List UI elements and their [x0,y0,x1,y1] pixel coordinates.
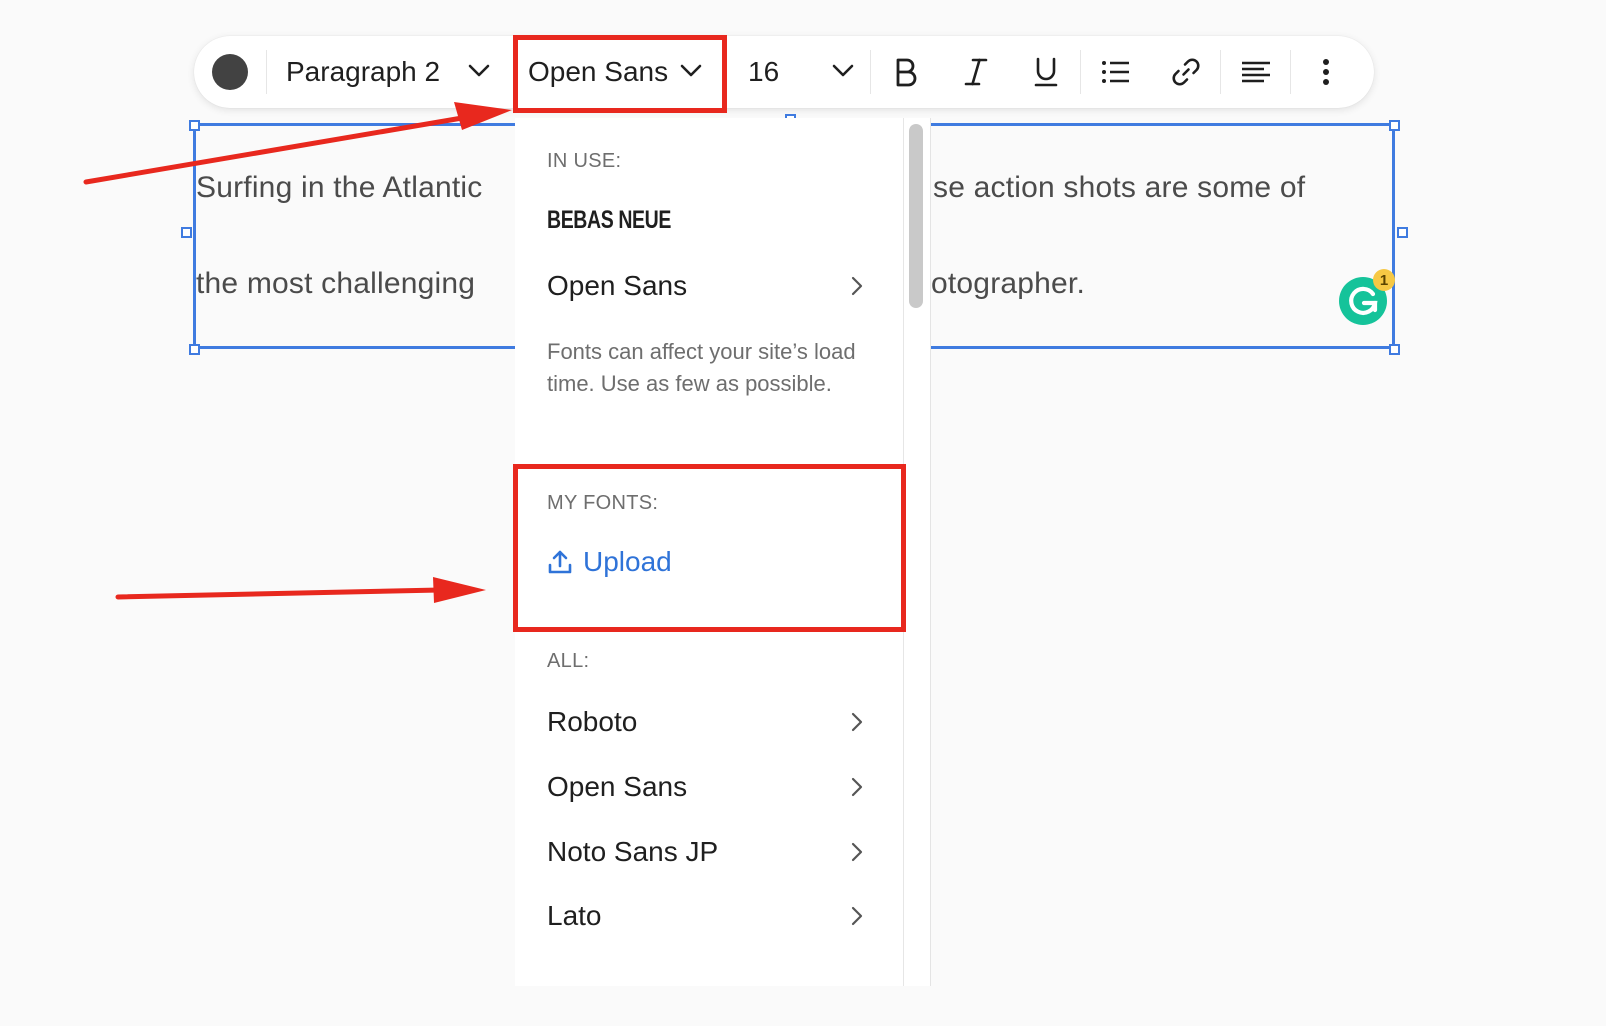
bullet-list-button[interactable] [1094,50,1138,94]
upload-font-button[interactable]: Upload [547,540,672,584]
resize-handle-bottom-left[interactable] [189,344,200,355]
font-list: IN USE: BEBAS NEUE Open Sans Fonts can a… [515,118,904,986]
more-options-button[interactable] [1304,50,1348,94]
resize-handle-right[interactable] [1397,227,1408,238]
more-vertical-icon [1323,59,1329,85]
annotation-arrow [115,587,443,600]
font-family-dropdown[interactable]: Open Sans [528,36,718,108]
font-option-label: Noto Sans JP [547,836,719,867]
my-fonts-section-label: MY FONTS: [547,492,659,514]
bold-button[interactable] [884,50,928,94]
chevron-right-icon [851,906,863,926]
paragraph-text-line: Surfing in the Atlantic [196,171,483,204]
resize-handle-top-right[interactable] [1389,120,1400,131]
upload-label: Upload [583,546,672,577]
in-use-section-label: IN USE: [547,150,622,172]
font-option-roboto[interactable]: Roboto [547,698,863,746]
chevron-down-icon [832,64,854,77]
bold-icon [896,58,917,87]
font-option-label: Open Sans [547,270,688,301]
link-icon [1172,58,1200,86]
underline-button[interactable] [1024,50,1068,94]
font-size-value: 16 [748,56,780,87]
font-option-open-sans[interactable]: Open Sans [547,763,863,811]
toolbar-divider [870,50,871,94]
font-option-label: BEBAS NEUE [547,205,671,234]
font-option-bebas-neue[interactable]: BEBAS NEUE [547,196,793,244]
text-align-button[interactable] [1234,50,1278,94]
grammarly-icon [1349,286,1378,315]
font-option-label: Lato [547,900,602,931]
paragraph-text-line: se action shots are some of [933,171,1306,204]
font-family-value: Open Sans [528,56,669,87]
font-option-lato[interactable]: Lato [547,892,863,940]
grammarly-button[interactable]: 1 [1339,269,1395,325]
align-left-icon [1242,61,1270,83]
italic-button[interactable] [954,50,998,94]
upload-icon [548,550,572,574]
chevron-down-icon [680,64,702,77]
font-option-label: Open Sans [547,771,688,802]
paragraph-text-line: otographer. [931,267,1085,300]
chevron-right-icon [851,777,863,797]
paragraph-text-line: the most challenging [196,267,476,300]
font-size-dropdown[interactable]: 16 [748,36,868,108]
font-list-scrollbar[interactable] [909,124,923,308]
chevron-down-icon [468,64,490,77]
font-option-noto-sans-jp[interactable]: Noto Sans JP [547,828,863,876]
font-load-hint: Fonts can affect your site’s load time. … [547,339,856,396]
resize-handle-bottom-right[interactable] [1389,344,1400,355]
toolbar-divider [1220,50,1221,94]
font-option-open-sans-in-use[interactable]: Open Sans [547,262,863,310]
resize-handle-left[interactable] [181,227,192,238]
chevron-right-icon [851,842,863,862]
chevron-right-icon [851,276,863,296]
text-style-value: Paragraph 2 [286,56,441,87]
font-option-label: Roboto [547,706,638,737]
toolbar-divider [1290,50,1291,94]
italic-icon [964,58,988,86]
text-color-swatch[interactable] [212,54,248,90]
text-toolbar: Paragraph 2 Open Sans 16 [194,36,1374,108]
resize-handle-top-left[interactable] [189,120,200,131]
chevron-right-icon [851,712,863,732]
annotation-arrowhead [433,577,486,603]
text-style-dropdown[interactable]: Paragraph 2 [286,36,506,108]
toolbar-divider [266,50,267,94]
underline-icon [1034,57,1058,87]
toolbar-divider [1080,50,1081,94]
grammarly-count-badge: 1 [1373,269,1395,291]
font-picker-menu: IN USE: BEBAS NEUE Open Sans Fonts can a… [515,118,931,986]
bullet-list-icon [1102,61,1129,83]
link-button[interactable] [1164,50,1208,94]
all-fonts-section-label: ALL: [547,650,590,672]
